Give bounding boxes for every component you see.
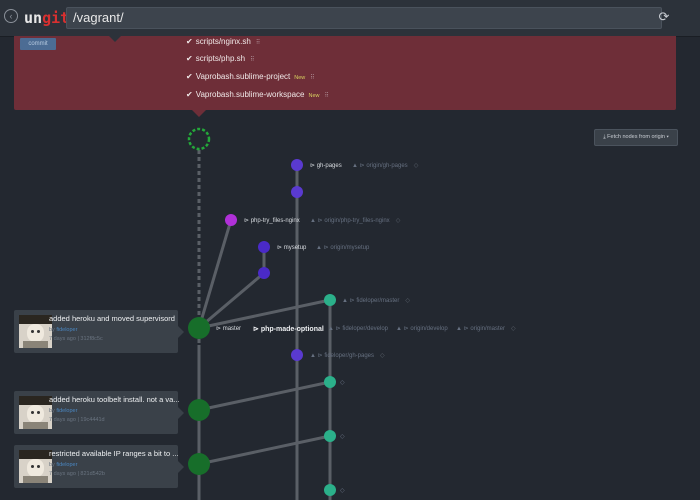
ref-mysetup[interactable]: ⊳ mysetup [277, 244, 306, 251]
card-caret [178, 326, 184, 338]
commit-node[interactable] [324, 376, 336, 388]
by-label: by [49, 462, 55, 468]
commit-node[interactable] [291, 186, 303, 198]
ref-label: mysetup [283, 245, 307, 251]
by-label: by [49, 408, 55, 414]
commit-age: 7 days ago [49, 336, 76, 342]
commit-hash: 19c4441d [80, 417, 105, 423]
by-label: by [49, 327, 55, 333]
commit-hash: 821d542b [80, 471, 105, 477]
commit-menu-icon[interactable]: ◇ [340, 433, 345, 440]
ref-fideloper-master[interactable]: ▲ ⊳ fideloper/master ◇ [342, 297, 410, 304]
commit-card[interactable]: added heroku toolbelt install. not a va.… [14, 391, 184, 434]
commit-node[interactable] [188, 453, 210, 475]
commit-node[interactable] [258, 267, 270, 279]
commit-node[interactable] [188, 399, 210, 421]
graph-edge [197, 219, 233, 329]
commit-meta: 7 days ago | 821d542b [49, 471, 105, 477]
ref-fideloper-develop[interactable]: ▲ ⊳ fideloper/develop [328, 325, 388, 332]
commit-node[interactable] [324, 484, 336, 496]
ref-origin-master[interactable]: ▲ ⊳ origin/master ◇ [456, 325, 516, 332]
commit-menu-icon[interactable]: ◇ [340, 379, 345, 386]
ref-fideloper-gh-pages[interactable]: ▲ ⊳ fideloper/gh-pages ◇ [310, 352, 385, 359]
avatar [19, 450, 52, 483]
ref-php-try-files[interactable]: ⊳ php-try_files-nginx [244, 217, 300, 224]
ref-gh-pages[interactable]: ⊳ gh-pages [310, 162, 342, 169]
author-link[interactable]: fideloper [56, 327, 77, 333]
commit-author: by fideloper [49, 408, 77, 414]
ref-origin-mysetup[interactable]: ▲ ⊳ origin/mysetup [316, 244, 369, 251]
ref-label: origin/develop [410, 326, 448, 332]
graph-edge [198, 434, 331, 466]
new-commit-node[interactable] [187, 127, 211, 151]
avatar [19, 396, 52, 429]
commit-age: 7 days ago [49, 471, 76, 477]
commit-meta: 7 days ago | 19c4441d [49, 417, 105, 423]
commit-node[interactable] [324, 294, 336, 306]
ref-label: fideloper/gh-pages [324, 353, 375, 359]
avatar [19, 315, 52, 348]
ref-label: origin/mysetup [330, 245, 370, 251]
commit-node[interactable] [291, 159, 303, 171]
commit-title: restricted available IP ranges a bit to … [49, 449, 179, 458]
ref-label: php-try_files-nginx [250, 218, 300, 224]
commit-node[interactable] [225, 214, 237, 226]
card-caret [178, 461, 184, 473]
ref-origin-gh-pages[interactable]: ▲ ⊳ origin/gh-pages ◇ [352, 162, 418, 169]
ref-master[interactable]: ⊳ master [216, 325, 241, 332]
commit-meta: 7 days ago | 312f8c5c [49, 336, 103, 342]
commit-node[interactable] [291, 349, 303, 361]
ref-label: php-made-optional [260, 326, 324, 333]
head-commit-node[interactable] [188, 317, 210, 339]
commit-card[interactable]: added heroku and moved supervisord by fi… [14, 310, 184, 353]
commit-node[interactable] [324, 430, 336, 442]
commit-author: by fideloper [49, 462, 77, 468]
commit-hash: 312f8c5c [80, 336, 103, 342]
graph-edge [198, 298, 331, 330]
commit-title: added heroku toolbelt install. not a va.… [49, 395, 180, 404]
commit-author: by fideloper [49, 327, 77, 333]
card-caret [178, 407, 184, 419]
commit-menu-icon[interactable]: ◇ [340, 487, 345, 494]
commit-age: 7 days ago [49, 417, 76, 423]
ref-php-made-optional[interactable]: ⊳ php-made-optional [253, 325, 324, 333]
ref-origin-php-try-files[interactable]: ▲ ⊳ origin/php-try_files-nginx ◇ [310, 217, 400, 224]
ref-label: fideloper/master [356, 298, 400, 304]
commit-node[interactable] [258, 241, 270, 253]
ref-label: master [222, 326, 242, 332]
ref-label: origin/php-try_files-nginx [324, 218, 390, 224]
ref-label: origin/master [470, 326, 505, 332]
ref-label: gh-pages [316, 163, 342, 169]
author-link[interactable]: fideloper [56, 462, 77, 468]
graph-edge [198, 380, 331, 412]
commit-title: added heroku and moved supervisord [49, 314, 175, 323]
ref-origin-develop[interactable]: ▲ ⊳ origin/develop [396, 325, 448, 332]
ref-label: fideloper/develop [342, 326, 389, 332]
commit-card[interactable]: restricted available IP ranges a bit to … [14, 445, 184, 488]
author-link[interactable]: fideloper [56, 408, 77, 414]
ref-label: origin/gh-pages [366, 163, 408, 169]
